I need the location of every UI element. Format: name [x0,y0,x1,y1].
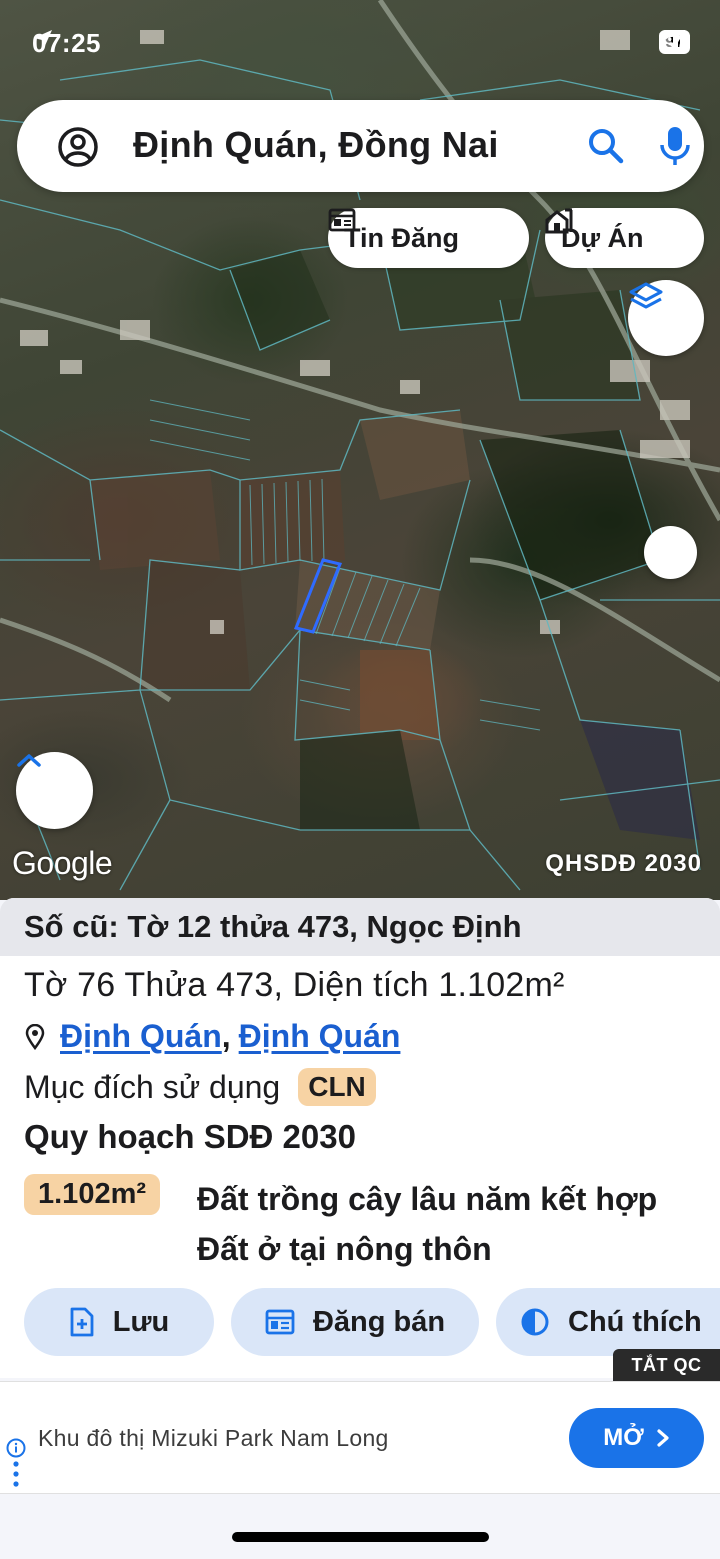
newspaper-icon [328,208,356,232]
sell-label: Đăng bán [312,1305,446,1338]
chevron-up-icon [17,754,41,767]
purpose-label: Mục đích sử dụng [24,1068,281,1105]
plan-area-badge: 1.102m² [24,1174,161,1215]
contrast-icon [521,1308,549,1336]
layers-icon [629,282,663,309]
status-time: 07:25 [32,28,101,58]
ad-text[interactable]: Khu đô thị Mizuki Park Nam Long [38,1425,389,1452]
close-ad-button[interactable]: TẮT QC [613,1349,720,1381]
ad-banner[interactable]: Khu đô thị Mizuki Park Nam Long MỞ [0,1381,720,1494]
expand-up-button[interactable] [16,752,93,829]
projects-chip-label: Dự Án [561,222,644,253]
home-indicator[interactable] [232,1532,489,1542]
map-control-button[interactable] [644,526,697,579]
more-options-icon[interactable] [13,1460,19,1488]
wifi-icon [659,30,688,48]
parcel-location: Định Quán , Định Quán [24,1018,400,1055]
map-layers-button[interactable] [628,280,704,356]
info-icon[interactable] [6,1438,26,1458]
land-use-purpose: Mục đích sử dụng CLN [24,1068,376,1106]
save-button[interactable]: Lưu [24,1288,214,1356]
search-query[interactable]: Định Quán, Đồng Nai [133,124,499,166]
purpose-code-badge: CLN [298,1068,376,1106]
search-bar[interactable]: Định Quán, Đồng Nai [17,100,704,192]
map-pin-icon [25,1023,45,1050]
ad-open-label: MỞ [603,1424,644,1451]
parcel-title: Tờ 76 Thửa 473, Diện tích 1.102m² [24,966,565,1004]
status-indicators: 97 [659,30,690,54]
add-file-icon [70,1307,94,1337]
ad-open-button[interactable]: MỞ [569,1408,704,1468]
legend-label: Chú thích [568,1305,702,1338]
plan-title: Quy hoạch SDĐ 2030 [24,1118,356,1155]
satellite-map[interactable]: 07:25 97 Định Quán, Đồng Nai [0,0,720,900]
location-district-link[interactable]: Định Quán [60,1018,222,1055]
location-commune-link[interactable]: Định Quán [239,1018,401,1055]
location-separator: , [221,1018,231,1054]
plan-description: Đất trồng cây lâu năm kết hợp Đất ở tại … [197,1181,658,1267]
save-label: Lưu [112,1305,170,1338]
listing-icon [265,1309,295,1335]
chevron-right-icon [657,1429,669,1447]
account-icon[interactable] [57,126,99,168]
map-layer-tag: QHSDĐ 2030 [545,850,702,877]
buildings-icon [545,208,573,234]
projects-chip[interactable]: Dự Án [545,208,704,268]
microphone-icon[interactable] [657,125,693,167]
news-listings-chip[interactable]: Tin Đăng [328,208,529,268]
post-for-sale-button[interactable]: Đăng bán [231,1288,479,1356]
parcel-info-panel: Số cũ: Tờ 12 thửa 473, Ngọc Định Tờ 76 T… [0,898,720,1378]
old-parcel-number: Số cũ: Tờ 12 thửa 473, Ngọc Định [0,898,720,956]
news-chip-label: Tin Đăng [344,222,460,253]
location-arrow-icon [34,30,52,48]
search-icon[interactable] [587,127,625,165]
google-attribution: Google [12,845,113,881]
legend-button[interactable]: Chú thích [496,1288,720,1356]
